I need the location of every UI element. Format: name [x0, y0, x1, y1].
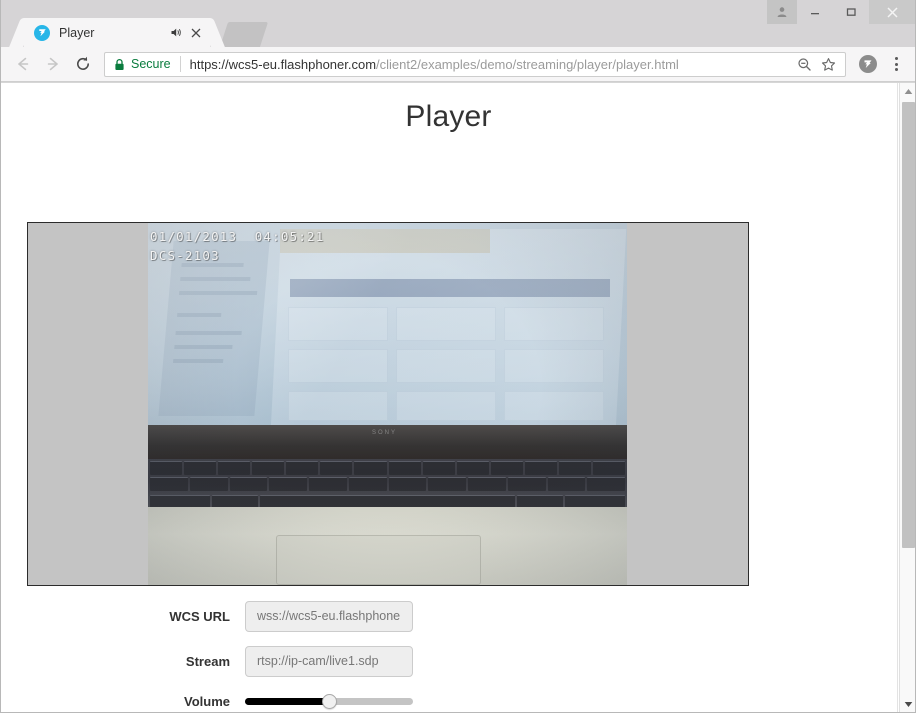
three-dot-menu-icon[interactable] — [882, 49, 910, 79]
minimize-icon — [811, 13, 819, 15]
wcs-url-label: WCS URL — [169, 609, 230, 624]
volume-label: Volume — [184, 693, 230, 709]
browser-window: Player Secure https://wcs5-eu.flashphone… — [0, 0, 916, 713]
lock-icon — [114, 58, 125, 71]
page-viewport: Player 01/01/2013 04:05:21 DCS-2103 WCS … — [0, 83, 916, 713]
volume-slider-thumb[interactable] — [321, 693, 337, 709]
close-window-button[interactable] — [869, 0, 916, 24]
scroll-up-arrow-icon[interactable] — [900, 83, 916, 100]
tab-strip: Player — [0, 0, 916, 47]
extension-badge — [859, 55, 877, 73]
scrollbar-thumb[interactable] — [902, 102, 915, 548]
page-content: Player 01/01/2013 04:05:21 DCS-2103 WCS … — [0, 83, 898, 713]
url-text: https://wcs5-eu.flashphoner.com/client2/… — [190, 57, 793, 72]
reload-button[interactable] — [68, 49, 98, 79]
omnibox-icons — [793, 53, 839, 75]
speaker-playing-icon[interactable] — [168, 25, 184, 41]
volume-slider[interactable] — [245, 691, 413, 711]
tab-title: Player — [59, 25, 95, 40]
window-controls — [767, 0, 916, 24]
page-title: Player — [405, 100, 492, 133]
video-fog — [148, 223, 627, 585]
maximize-button[interactable] — [833, 0, 869, 24]
menu-dot — [894, 57, 898, 60]
stream-row: Stream rtsp://ip-cam/live1.sdp — [0, 646, 898, 677]
wcs-url-row: WCS URL wss://wcs5-eu.flashphone — [0, 601, 898, 632]
osd-timestamp: 01/01/2013 04:05:21 — [150, 229, 325, 244]
menu-dot — [894, 62, 898, 66]
flashphoner-logo-icon — [34, 24, 50, 41]
tab-close-button[interactable] — [187, 24, 205, 42]
player-controls-form: WCS URL wss://wcs5-eu.flashphone Stream … — [0, 601, 898, 713]
flashphoner-extension-icon[interactable] — [854, 49, 882, 79]
volume-row: Volume — [0, 691, 898, 711]
browser-tab-player[interactable]: Player — [24, 18, 210, 47]
maximize-icon — [846, 8, 856, 16]
security-status-label: Secure — [131, 57, 171, 71]
video-stream: SONY — [148, 223, 627, 585]
close-icon — [887, 6, 898, 18]
volume-slider-fill — [245, 697, 329, 705]
scroll-down-arrow-icon[interactable] — [900, 696, 916, 713]
address-bar[interactable]: Secure https://wcs5-eu.flashphoner.com/c… — [104, 51, 846, 77]
omnibox-divider — [179, 56, 181, 72]
video-osd-overlay: 01/01/2013 04:05:21 DCS-2103 — [150, 227, 325, 265]
stream-input[interactable]: rtsp://ip-cam/live1.sdp — [245, 646, 413, 677]
browser-toolbar: Secure https://wcs5-eu.flashphoner.com/c… — [0, 47, 916, 82]
star-icon[interactable] — [817, 53, 839, 75]
reload-icon — [77, 56, 89, 70]
url-path: /client2/examples/demo/streaming/player/… — [376, 56, 679, 72]
url-host: https://wcs5-eu.flashphoner.com — [189, 56, 377, 72]
menu-dot — [894, 68, 898, 71]
wcs-url-input[interactable]: wss://wcs5-eu.flashphone — [245, 601, 413, 632]
new-tab-button[interactable] — [219, 22, 269, 47]
page-scrollbar[interactable] — [899, 83, 916, 713]
minimize-button[interactable] — [797, 0, 833, 24]
person-icon — [777, 7, 787, 17]
osd-device-name: DCS-2103 — [150, 248, 220, 263]
video-player[interactable]: SONY — [27, 222, 749, 586]
back-arrow-icon — [18, 57, 29, 71]
back-button[interactable] — [8, 49, 38, 79]
profile-button[interactable] — [767, 0, 797, 24]
forward-button[interactable] — [38, 49, 68, 79]
forward-arrow-icon — [47, 57, 58, 71]
stream-label: Stream — [185, 654, 230, 669]
zoom-out-icon[interactable] — [793, 53, 815, 75]
